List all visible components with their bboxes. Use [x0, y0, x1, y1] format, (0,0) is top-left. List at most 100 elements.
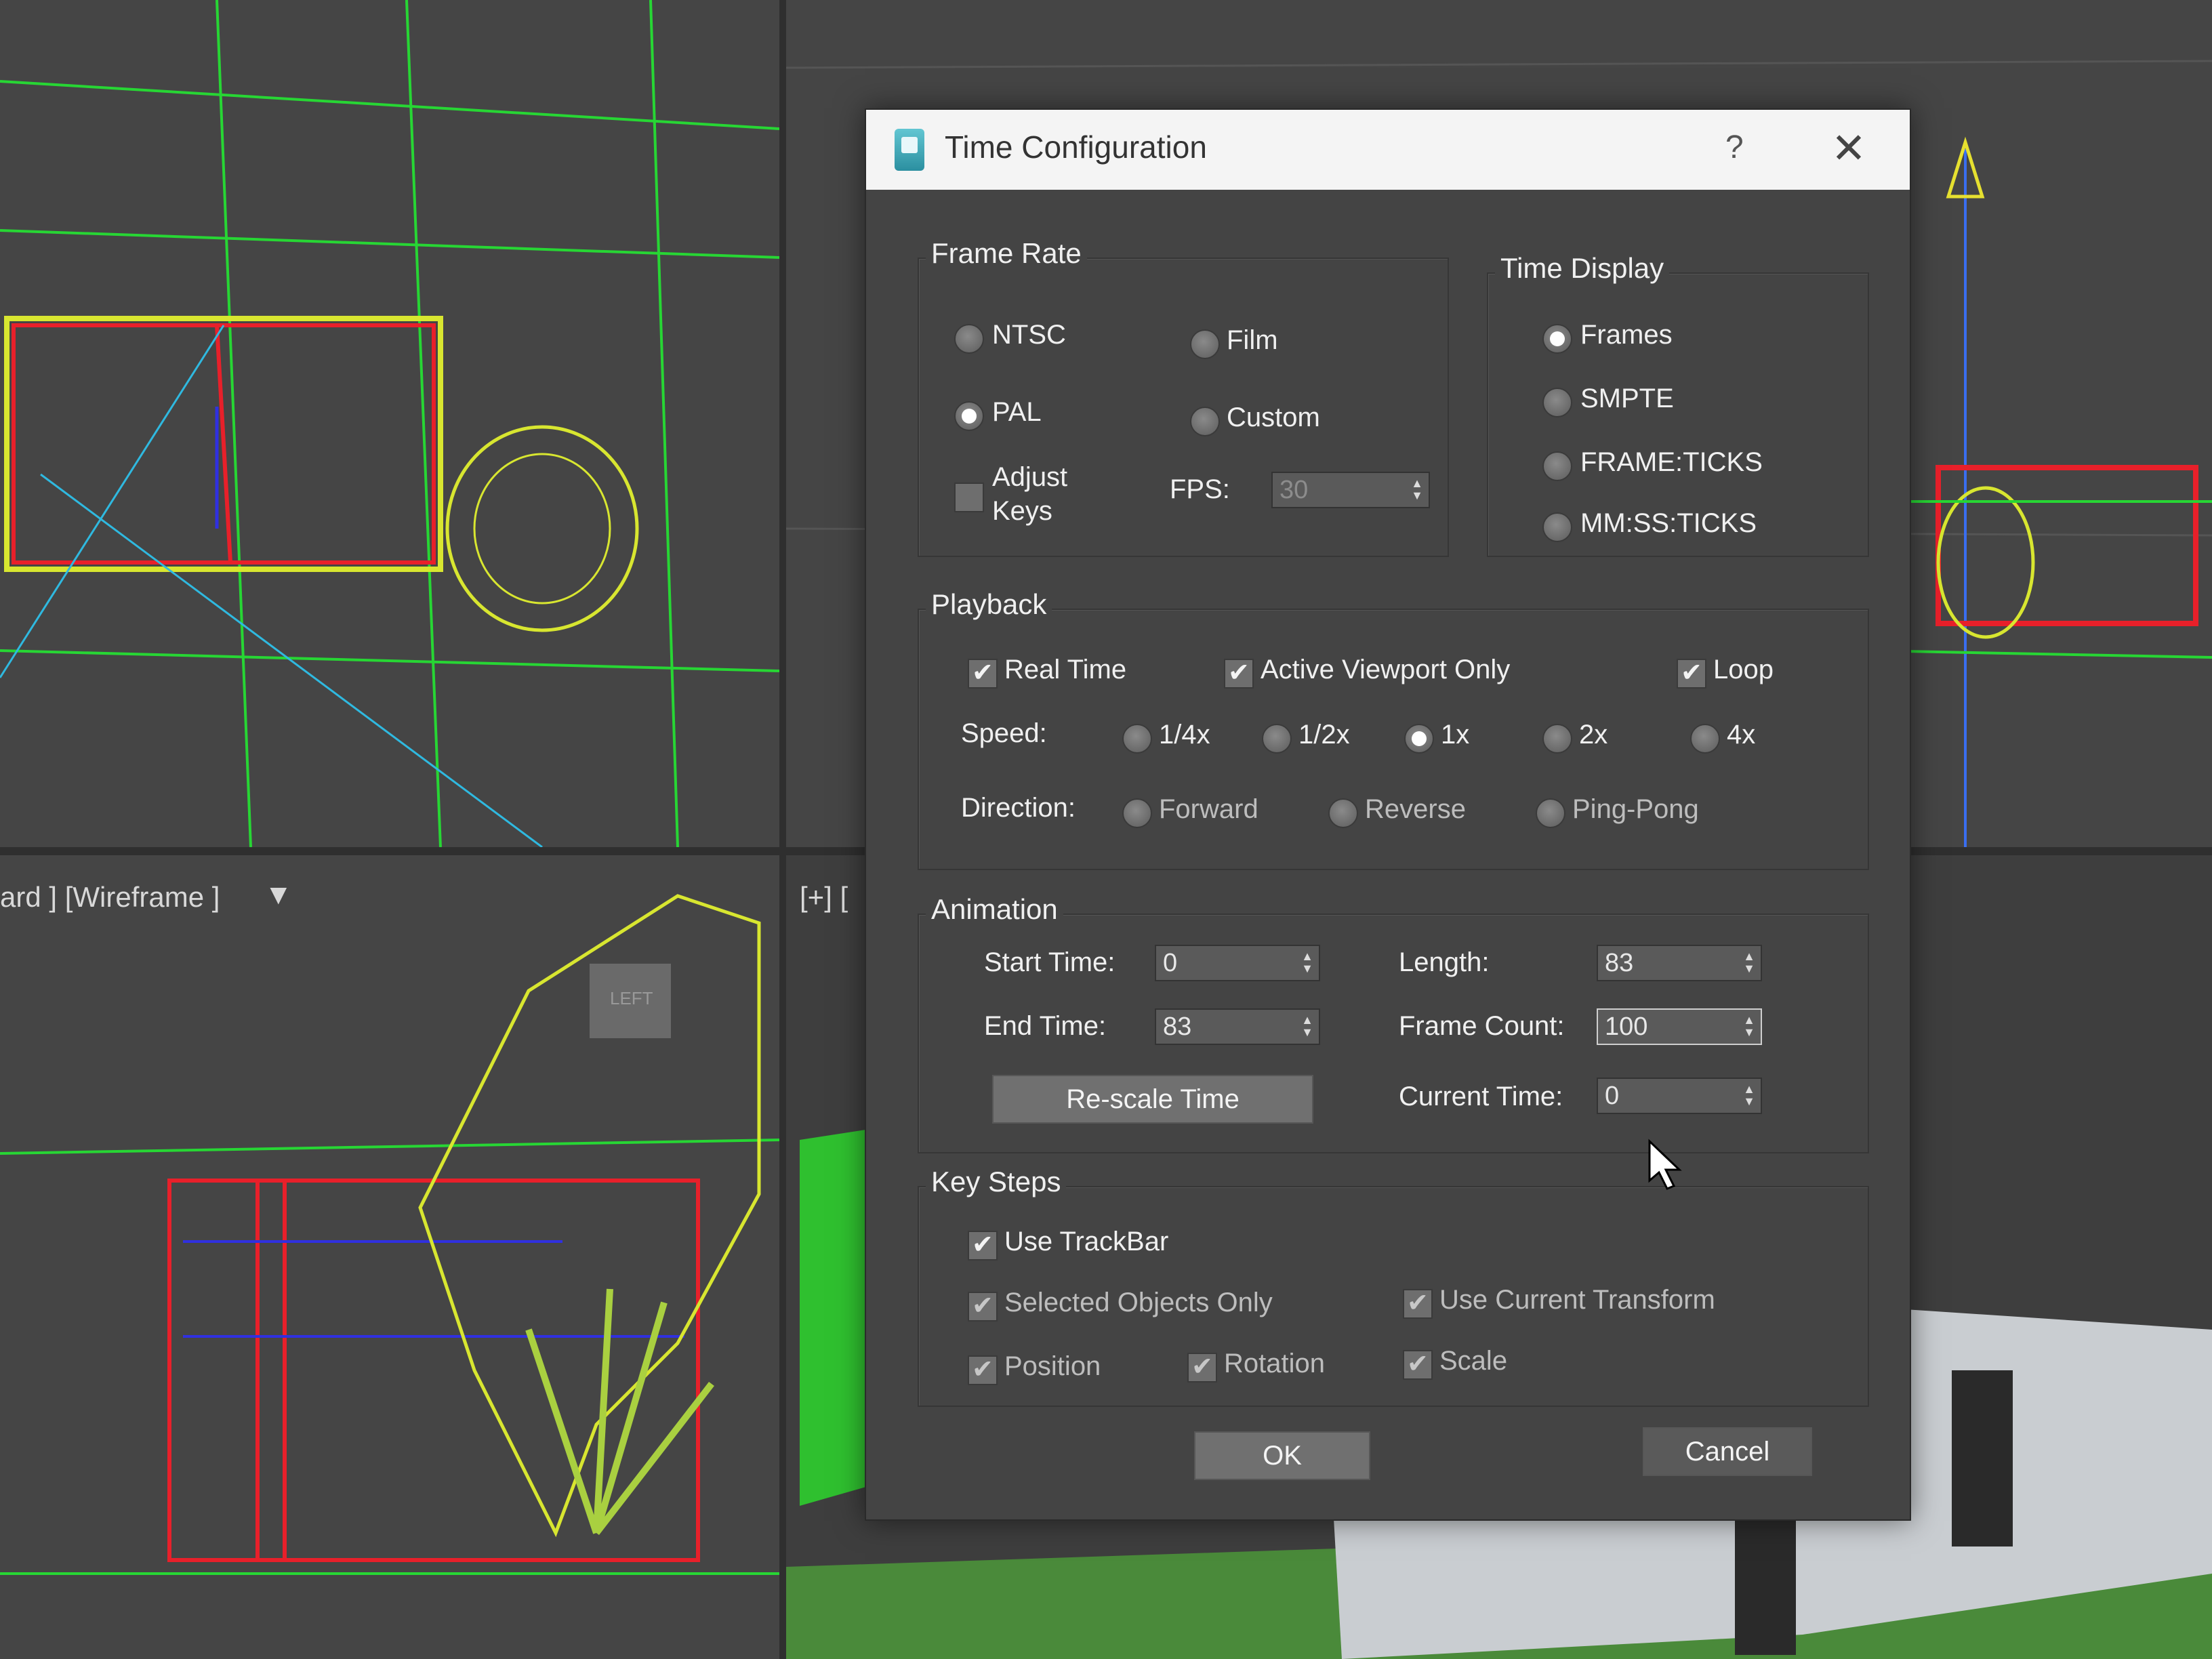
speed-1x-radio[interactable] [1404, 724, 1434, 754]
speed-quarter-radio[interactable] [1122, 724, 1152, 754]
use-trackbar-checkbox[interactable] [968, 1229, 998, 1261]
fps-value: 30 [1279, 476, 1309, 504]
end-time-spinner[interactable]: 83 ▲ ▼ [1155, 1008, 1320, 1045]
speed-1x-label: 1x [1441, 720, 1470, 750]
app-icon [895, 129, 924, 171]
ntsc-label: NTSC [992, 320, 1066, 350]
viewport-top-left[interactable] [0, 0, 779, 847]
current-time-label: Current Time: [1399, 1082, 1563, 1111]
rotation-checkbox[interactable] [1187, 1351, 1217, 1382]
length-label: Length: [1399, 947, 1490, 977]
animation-group: Animation Start Time: 0 ▲ ▼ End Time: 83 … [918, 893, 1869, 1153]
animation-title: Animation [926, 893, 1063, 926]
forward-label: Forward [1159, 794, 1258, 824]
scale-label: Scale [1439, 1346, 1508, 1376]
reverse-radio[interactable] [1328, 798, 1358, 828]
rotation-label: Rotation [1224, 1349, 1325, 1378]
spinner-arrows-icon[interactable]: ▲ ▼ [1411, 477, 1423, 501]
loop-checkbox[interactable] [1677, 657, 1706, 689]
use-current-transform-checkbox[interactable] [1403, 1288, 1433, 1319]
cancel-button[interactable]: Cancel [1643, 1427, 1812, 1476]
ntsc-radio[interactable] [954, 324, 984, 354]
dialog-title: Time Configuration [945, 129, 1207, 165]
length-value: 83 [1605, 949, 1634, 977]
pal-label: PAL [992, 397, 1042, 427]
use-trackbar-label: Use TrackBar [1004, 1227, 1169, 1256]
ping-pong-label: Ping-Pong [1572, 794, 1699, 824]
position-checkbox[interactable] [968, 1354, 998, 1385]
spinner-arrows-icon[interactable]: ▲ ▼ [1743, 950, 1755, 975]
ping-pong-radio[interactable] [1536, 798, 1565, 828]
frame-rate-group: Frame Rate NTSC Film PAL Custom Adjust K… [918, 237, 1449, 557]
smpte-radio[interactable] [1542, 388, 1572, 417]
wireframe-scene-top [0, 0, 779, 847]
end-time-value: 83 [1163, 1012, 1192, 1041]
adjust-keys-label-1: Adjust [992, 462, 1068, 492]
speed-label: Speed: [961, 718, 1047, 748]
selected-objects-only-label: Selected Objects Only [1004, 1288, 1273, 1317]
start-time-label: Start Time: [984, 947, 1115, 977]
speed-2x-label: 2x [1579, 720, 1608, 750]
frames-label: Frames [1580, 320, 1673, 350]
spinner-arrows-icon[interactable]: ▲ ▼ [1743, 1014, 1755, 1038]
spinner-arrows-icon[interactable]: ▲ ▼ [1743, 1083, 1755, 1107]
position-label: Position [1004, 1351, 1101, 1381]
smpte-label: SMPTE [1580, 384, 1674, 413]
selected-objects-only-checkbox[interactable] [968, 1290, 998, 1322]
rescale-time-button[interactable]: Re-scale Time [992, 1075, 1313, 1124]
spinner-arrows-icon[interactable]: ▲ ▼ [1301, 1014, 1313, 1038]
speed-4x-label: 4x [1727, 720, 1756, 750]
key-steps-group: Key Steps Use TrackBar Selected Objects … [918, 1166, 1869, 1407]
time-display-title: Time Display [1495, 252, 1670, 285]
frame-ticks-label: FRAME:TICKS [1580, 447, 1763, 477]
speed-half-radio[interactable] [1262, 724, 1292, 754]
custom-radio[interactable] [1190, 407, 1220, 436]
end-time-label: End Time: [984, 1011, 1107, 1041]
direction-label: Direction: [961, 793, 1076, 823]
mouse-cursor-icon [1648, 1139, 1682, 1190]
start-time-value: 0 [1163, 949, 1178, 977]
loop-label: Loop [1713, 655, 1774, 684]
spinner-arrows-icon[interactable]: ▲ ▼ [1301, 950, 1313, 975]
frame-ticks-radio[interactable] [1542, 451, 1572, 481]
adjust-keys-checkbox[interactable] [954, 483, 984, 512]
speed-half-label: 1/2x [1298, 720, 1350, 750]
frames-radio[interactable] [1542, 324, 1572, 354]
pal-radio[interactable] [954, 401, 984, 431]
mm-ss-ticks-radio[interactable] [1542, 512, 1572, 542]
help-button[interactable]: ? [1725, 129, 1744, 166]
start-time-spinner[interactable]: 0 ▲ ▼ [1155, 945, 1320, 981]
viewport-bottom-left[interactable]: ard ] [Wireframe ] ▼ LEFT [0, 855, 779, 1659]
time-display-group: Time Display Frames SMPTE FRAME:TICKS MM… [1487, 252, 1869, 557]
key-steps-title: Key Steps [926, 1166, 1067, 1198]
speed-4x-radio[interactable] [1690, 724, 1720, 754]
real-time-checkbox[interactable] [968, 657, 998, 689]
custom-label: Custom [1227, 403, 1320, 432]
fps-spinner[interactable]: 30 ▲ ▼ [1271, 472, 1430, 508]
current-time-spinner[interactable]: 0 ▲ ▼ [1597, 1078, 1762, 1114]
current-time-value: 0 [1605, 1082, 1620, 1110]
fps-label: FPS: [1170, 474, 1230, 504]
speed-2x-radio[interactable] [1542, 724, 1572, 754]
dialog-titlebar[interactable]: Time Configuration ? ✕ [866, 110, 1910, 190]
active-viewport-only-label: Active Viewport Only [1261, 655, 1511, 684]
playback-title: Playback [926, 588, 1052, 621]
close-icon[interactable]: ✕ [1831, 123, 1866, 173]
mm-ss-ticks-label: MM:SS:TICKS [1580, 508, 1757, 538]
film-radio[interactable] [1190, 329, 1220, 359]
frame-rate-title: Frame Rate [926, 237, 1087, 270]
length-spinner[interactable]: 83 ▲ ▼ [1597, 945, 1762, 981]
scale-checkbox[interactable] [1403, 1349, 1433, 1380]
reverse-label: Reverse [1365, 794, 1466, 824]
frame-count-label: Frame Count: [1399, 1011, 1565, 1041]
adjust-keys-label-2: Keys [992, 496, 1052, 526]
ok-button[interactable]: OK [1194, 1431, 1370, 1480]
frame-count-spinner[interactable]: 100 ▲ ▼ [1597, 1008, 1762, 1045]
nav-cube-label[interactable]: LEFT [610, 988, 653, 1009]
wireframe-scene-left [0, 894, 779, 1575]
real-time-label: Real Time [1004, 655, 1127, 684]
frame-count-value: 100 [1605, 1012, 1648, 1041]
film-label: Film [1227, 325, 1278, 355]
forward-radio[interactable] [1122, 798, 1152, 828]
active-viewport-only-checkbox[interactable] [1224, 657, 1254, 689]
